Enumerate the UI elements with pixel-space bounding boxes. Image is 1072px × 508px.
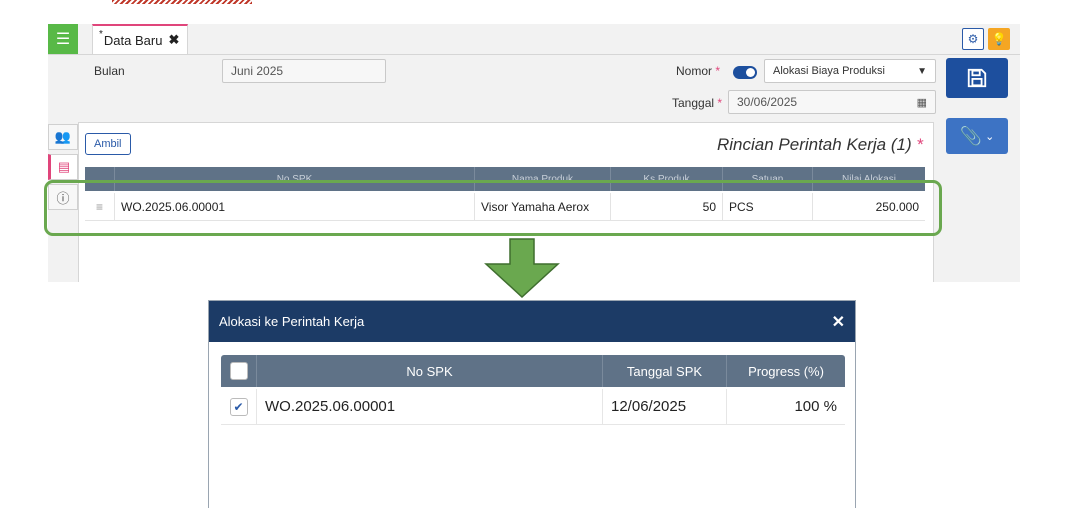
tanggal-field[interactable]: 30/06/2025 ▦	[728, 90, 936, 114]
save-button[interactable]	[946, 58, 1008, 98]
floppy-disk-icon	[967, 68, 987, 88]
tab-label: Data Baru	[103, 32, 163, 48]
col-no-spk[interactable]: No SPK	[257, 355, 603, 387]
select-all-cell	[221, 355, 257, 387]
menu-list-icon[interactable]: ☰	[48, 24, 78, 54]
lightbulb-icon[interactable]: 💡	[988, 28, 1010, 50]
modal-title: Alokasi ke Perintah Kerja	[219, 314, 365, 329]
spellcheck-squiggle	[112, 0, 252, 4]
section-title: Rincian Perintah Kerja (1) *	[716, 135, 923, 154]
top-right-toolbar: ⚙ 💡	[962, 28, 1010, 50]
select-all-checkbox[interactable]	[229, 362, 248, 380]
calendar-icon[interactable]: ▦	[917, 96, 927, 109]
bulan-field[interactable]: Juni 2025	[222, 59, 386, 83]
tab-close-icon[interactable]: ✖	[168, 32, 179, 48]
col-progress[interactable]: Progress (%)	[727, 355, 845, 387]
unsaved-mark: *	[99, 28, 103, 40]
down-arrow-icon	[484, 238, 560, 298]
modal-table-header: No SPK Tanggal SPK Progress (%)	[221, 355, 845, 387]
nomor-toggle[interactable]	[733, 66, 757, 79]
row-tanggal-spk: 12/06/2025	[603, 389, 727, 424]
row-progress: 100 %	[794, 398, 837, 415]
modal-header: Alokasi ke Perintah Kerja ✕	[209, 301, 855, 342]
nomor-label: Nomor *	[676, 64, 721, 78]
settings-gear-icon[interactable]: ⚙	[962, 28, 984, 50]
close-icon[interactable]: ✕	[832, 312, 845, 332]
tab-data-baru[interactable]: * Data Baru ✖	[92, 24, 189, 54]
attachment-button[interactable]: 📎 ⌄	[946, 118, 1008, 154]
chevron-down-icon: ▼	[917, 65, 927, 77]
chevron-down-icon: ⌄	[985, 130, 995, 143]
nomor-select[interactable]: Alokasi Biaya Produksi ▼	[764, 59, 936, 83]
bulan-label: Bulan	[94, 64, 125, 78]
row-no-spk: WO.2025.06.00001	[257, 389, 603, 424]
table-row[interactable]: ✔ WO.2025.06.00001 12/06/2025 100 %	[221, 389, 845, 425]
row-select-cell: ✔	[221, 389, 257, 424]
document-icon[interactable]: ▤	[48, 154, 78, 180]
paperclip-icon: 📎	[959, 125, 983, 146]
alokasi-modal: Alokasi ke Perintah Kerja ✕ No SPK Tangg…	[208, 300, 856, 508]
people-icon[interactable]: 👥	[48, 124, 78, 150]
tanggal-label: Tanggal *	[672, 96, 723, 110]
tab-divider	[48, 54, 1020, 55]
ambil-button[interactable]: Ambil	[85, 133, 131, 155]
col-tanggal-spk[interactable]: Tanggal SPK	[603, 355, 727, 387]
highlight-outline	[44, 180, 942, 236]
row-checkbox[interactable]: ✔	[229, 397, 248, 416]
